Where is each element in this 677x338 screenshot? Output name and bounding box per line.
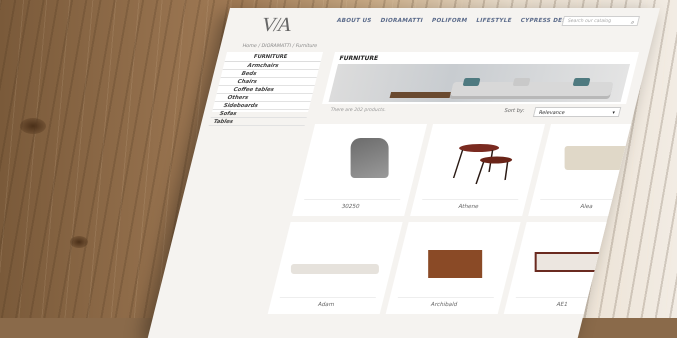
cushion bbox=[462, 78, 481, 86]
wood-knot bbox=[70, 236, 88, 248]
product-count: There are 202 products. bbox=[329, 108, 387, 113]
banner-image bbox=[328, 64, 631, 102]
sidebar-item-tables[interactable]: Tables bbox=[208, 118, 307, 126]
card-divider bbox=[422, 199, 519, 200]
nav-dioramatti[interactable]: DIORAMATTI bbox=[380, 18, 424, 24]
product-name[interactable]: Adam bbox=[269, 302, 382, 308]
product-card[interactable]: Archibald bbox=[385, 222, 521, 314]
banner-title: FURNITURE bbox=[338, 55, 379, 62]
sidebar-item-armchairs[interactable]: Armchairs bbox=[222, 62, 321, 70]
search-icon[interactable]: ⌕ bbox=[630, 18, 636, 28]
sidebar-item-sofas[interactable]: Sofas bbox=[210, 110, 309, 118]
product-image[interactable] bbox=[428, 250, 483, 278]
product-image[interactable] bbox=[290, 264, 379, 274]
product-card[interactable]: 30250 bbox=[292, 124, 428, 216]
sidebar-item-coffee-tables[interactable]: Coffee tables bbox=[216, 86, 315, 94]
sofa-illustration bbox=[450, 78, 614, 96]
product-name[interactable]: Athene bbox=[412, 204, 525, 210]
cushion bbox=[512, 78, 531, 86]
card-divider bbox=[279, 297, 376, 298]
sidebar-item-chairs[interactable]: Chairs bbox=[218, 78, 317, 86]
product-name[interactable]: Archibald bbox=[387, 302, 500, 308]
wood-knot bbox=[20, 118, 46, 134]
nav-lifestyle[interactable]: LIFESTYLE bbox=[475, 18, 512, 24]
top-navigation: V/A ABOUT US DIORAMATTI POLIFORM LIFESTY… bbox=[223, 8, 660, 38]
nav-about-us[interactable]: ABOUT US bbox=[336, 18, 372, 24]
product-name[interactable]: 30250 bbox=[294, 204, 407, 210]
product-card[interactable]: Adam bbox=[267, 222, 403, 314]
category-banner: FURNITURE bbox=[322, 52, 640, 104]
cushion bbox=[572, 78, 591, 86]
sort-select[interactable]: Relevance ▾ bbox=[532, 107, 622, 117]
category-sidebar: FURNITURE Armchairs Beds Chairs Coffee t… bbox=[208, 52, 324, 126]
product-card[interactable]: Athene bbox=[410, 124, 546, 216]
sidebar-heading[interactable]: FURNITURE bbox=[224, 52, 324, 62]
product-image[interactable] bbox=[447, 138, 519, 188]
chevron-down-icon: ▾ bbox=[611, 110, 616, 116]
sidebar-item-beds[interactable]: Beds bbox=[220, 70, 319, 78]
sort-value: Relevance bbox=[538, 110, 566, 116]
coffee-table-illustration bbox=[389, 92, 452, 98]
search-placeholder: Search our catalog bbox=[567, 19, 612, 24]
brand-logo[interactable]: V/A bbox=[259, 14, 305, 36]
card-divider bbox=[304, 199, 401, 200]
sidebar-item-others[interactable]: Others bbox=[214, 94, 313, 102]
sidebar-item-sideboards[interactable]: Sideboards bbox=[212, 102, 311, 110]
product-image[interactable] bbox=[350, 138, 389, 178]
card-divider bbox=[397, 297, 494, 298]
nav-poliform[interactable]: POLIFORM bbox=[431, 18, 468, 24]
website-page: V/A ABOUT US DIORAMATTI POLIFORM LIFESTY… bbox=[147, 8, 661, 338]
search-input[interactable]: Search our catalog ⌕ bbox=[561, 16, 641, 28]
sort-label: Sort by: bbox=[503, 108, 526, 114]
breadcrumb[interactable]: Home / DIORAMATTI / Furniture bbox=[242, 44, 318, 49]
